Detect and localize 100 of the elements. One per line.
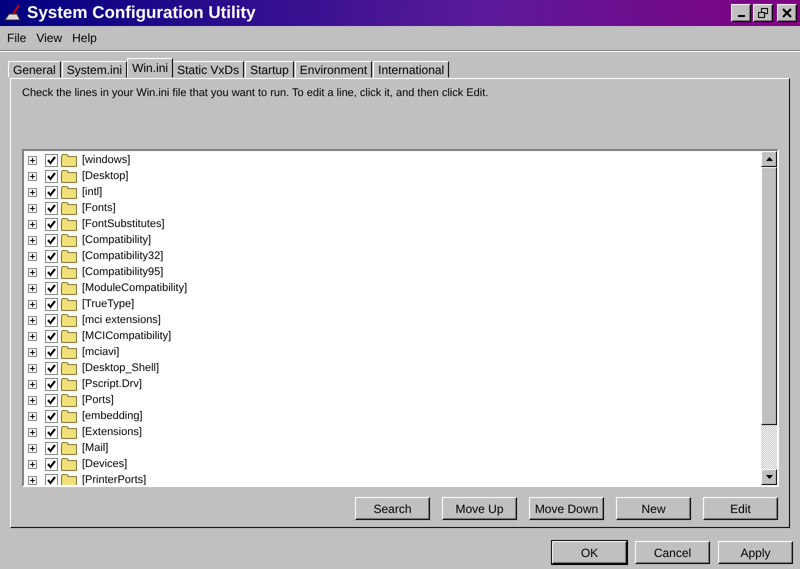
section-name[interactable]: [MCICompatibility] — [82, 330, 172, 342]
close-icon — [782, 8, 792, 18]
checkbox[interactable] — [45, 298, 58, 310]
checkbox[interactable] — [45, 234, 58, 246]
expand-icon[interactable] — [28, 412, 37, 420]
section-name[interactable]: [Extensions] — [82, 426, 142, 438]
expand-icon[interactable] — [28, 428, 37, 436]
expand-icon[interactable] — [28, 156, 37, 164]
section-name[interactable]: [Ports] — [82, 394, 114, 406]
expand-icon[interactable] — [28, 252, 37, 260]
expand-icon[interactable] — [28, 316, 37, 324]
section-name[interactable]: [Compatibility32] — [82, 250, 164, 262]
scroll-thumb[interactable] — [761, 167, 777, 425]
expand-icon[interactable] — [28, 236, 37, 244]
expand-icon[interactable] — [28, 364, 37, 372]
expand-icon[interactable] — [28, 444, 37, 452]
dialog-button[interactable]: Cancel — [635, 541, 710, 564]
section-name[interactable]: [mciavi] — [82, 346, 120, 358]
dialog-button[interactable]: Apply — [718, 541, 793, 564]
checkbox[interactable] — [45, 474, 58, 485]
folder-icon — [61, 234, 77, 246]
section-name[interactable]: [ModuleCompatibility] — [82, 282, 188, 294]
checkbox[interactable] — [45, 378, 58, 390]
section-name[interactable]: [Desktop] — [82, 170, 128, 182]
section-name[interactable]: [FontSubstitutes] — [82, 218, 165, 230]
checkbox[interactable] — [45, 170, 58, 182]
expand-icon[interactable] — [28, 220, 37, 228]
checkbox[interactable] — [45, 442, 58, 454]
menu-item[interactable]: File — [2, 30, 32, 46]
expand-icon[interactable] — [28, 188, 37, 196]
section-name[interactable]: [Devices] — [82, 458, 128, 470]
section-name[interactable]: [Mail] — [82, 442, 108, 454]
action-button[interactable]: Edit — [703, 497, 778, 520]
expand-icon[interactable] — [28, 268, 37, 276]
folder-icon — [61, 266, 77, 278]
section-name[interactable]: [Fonts] — [82, 202, 116, 214]
folder-icon — [61, 378, 77, 390]
expand-icon[interactable] — [28, 332, 37, 340]
checkbox[interactable] — [45, 218, 58, 230]
expand-icon[interactable] — [28, 348, 37, 356]
restore-button[interactable] — [753, 4, 773, 22]
checkbox[interactable] — [45, 426, 58, 438]
expand-icon[interactable] — [28, 396, 37, 404]
folder-icon — [61, 474, 77, 485]
section-name[interactable]: [mci extensions] — [82, 314, 161, 326]
tab[interactable]: Win.ini — [127, 58, 174, 78]
tab[interactable]: International — [373, 61, 450, 78]
action-button[interactable]: New — [616, 497, 691, 520]
checkbox[interactable] — [45, 346, 58, 358]
menu-item[interactable]: Help — [67, 30, 102, 46]
checkbox[interactable] — [45, 266, 58, 278]
checkbox[interactable] — [45, 362, 58, 374]
section-name[interactable]: [TrueType] — [82, 298, 134, 310]
tab[interactable]: Startup — [245, 61, 294, 78]
close-button[interactable] — [777, 4, 797, 22]
broom-icon — [3, 4, 23, 22]
tab[interactable]: General — [8, 61, 61, 78]
checkbox[interactable] — [45, 458, 58, 470]
expand-icon[interactable] — [28, 204, 37, 212]
folder-icon — [61, 218, 77, 230]
checkbox[interactable] — [45, 330, 58, 342]
expand-icon[interactable] — [28, 476, 37, 484]
minimize-button[interactable] — [731, 4, 751, 22]
checkbox[interactable] — [45, 202, 58, 214]
scroll-up-icon[interactable] — [766, 157, 772, 161]
folder-icon — [61, 314, 77, 326]
expand-icon[interactable] — [28, 300, 37, 308]
checkbox[interactable] — [45, 282, 58, 294]
expand-icon[interactable] — [28, 172, 37, 180]
checkbox[interactable] — [45, 314, 58, 326]
menu-item[interactable]: View — [31, 30, 68, 46]
folder-icon — [61, 250, 77, 262]
scroll-down-icon[interactable] — [766, 475, 772, 479]
section-name[interactable]: [intl] — [82, 186, 102, 198]
dialog-button[interactable]: OK — [552, 541, 627, 564]
checkbox[interactable] — [45, 154, 58, 166]
tab[interactable]: System.ini — [62, 61, 128, 78]
scrollbar[interactable] — [761, 151, 777, 485]
section-name[interactable]: [embedding] — [82, 410, 143, 422]
folder-icon — [61, 458, 77, 470]
action-button[interactable]: Move Down — [529, 497, 604, 520]
expand-icon[interactable] — [28, 284, 37, 292]
checkbox[interactable] — [45, 394, 58, 406]
section-name[interactable]: [PrinterPorts] — [82, 474, 146, 485]
checkbox[interactable] — [45, 410, 58, 422]
section-name[interactable]: [Desktop_Shell] — [82, 362, 160, 374]
expand-icon[interactable] — [28, 460, 37, 468]
section-name[interactable]: [Compatibility95] — [82, 266, 164, 278]
section-name[interactable]: [windows] — [82, 154, 130, 166]
checkbox[interactable] — [45, 250, 58, 262]
checkbox[interactable] — [45, 186, 58, 198]
expand-icon[interactable] — [28, 380, 37, 388]
section-name[interactable]: [Compatibility] — [82, 234, 152, 246]
tab[interactable]: Static VxDs — [172, 61, 244, 78]
restore-icon — [758, 8, 768, 18]
section-name[interactable]: [Pscript.Drv] — [82, 378, 142, 390]
action-button[interactable]: Search — [355, 497, 430, 520]
tab[interactable]: Environment — [294, 61, 372, 78]
action-button[interactable]: Move Up — [442, 497, 517, 520]
folder-icon — [61, 410, 77, 422]
